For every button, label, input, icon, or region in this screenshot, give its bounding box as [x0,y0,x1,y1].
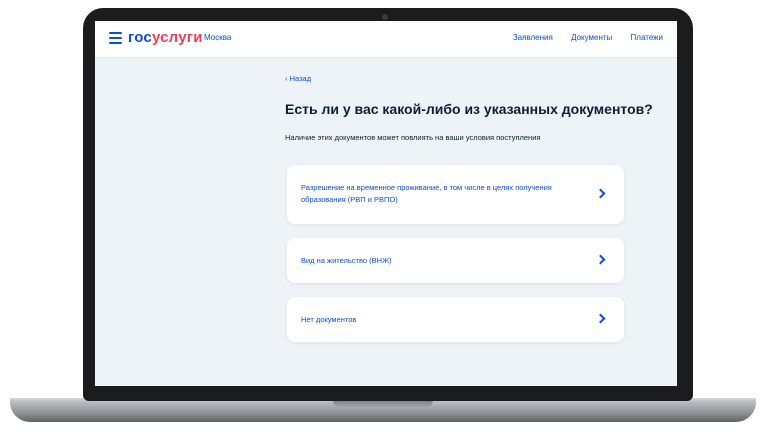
camera-icon [382,14,388,20]
option-card-vnzh[interactable]: Вид на жительство (ВНЖ) [287,238,624,283]
city-selector[interactable]: Москва [204,33,231,42]
option-label: Вид на жительство (ВНЖ) [301,256,392,265]
nav-documents[interactable]: Документы [571,33,612,42]
nav-applications[interactable]: Заявления [513,33,553,42]
option-card-rvp[interactable]: Разрешение на временное проживание, в то… [287,165,624,224]
screen: госуслуги Москва Заявления Документы Пла… [95,21,677,386]
page-subtitle: Наличие этих документов может повлиять н… [285,133,541,142]
back-link[interactable]: ‹ Назад [285,74,311,83]
option-card-no-documents[interactable]: Нет документов [287,297,624,342]
option-label: Разрешение на временное проживание, в то… [301,183,552,204]
laptop-groove [333,400,433,408]
gosuslugi-logo[interactable]: госуслуги [128,29,203,46]
option-label: Нет документов [301,315,357,324]
nav-payments[interactable]: Платежи [631,33,663,42]
page-title: Есть ли у вас какой-либо из указанных до… [285,101,653,117]
menu-icon[interactable] [109,32,122,44]
chevron-right-icon [595,188,606,199]
chevron-right-icon [595,254,606,265]
site-header: госуслуги Москва Заявления Документы Пла… [95,21,677,58]
header-nav: Заявления Документы Платежи [497,33,663,42]
chevron-right-icon [595,313,606,324]
